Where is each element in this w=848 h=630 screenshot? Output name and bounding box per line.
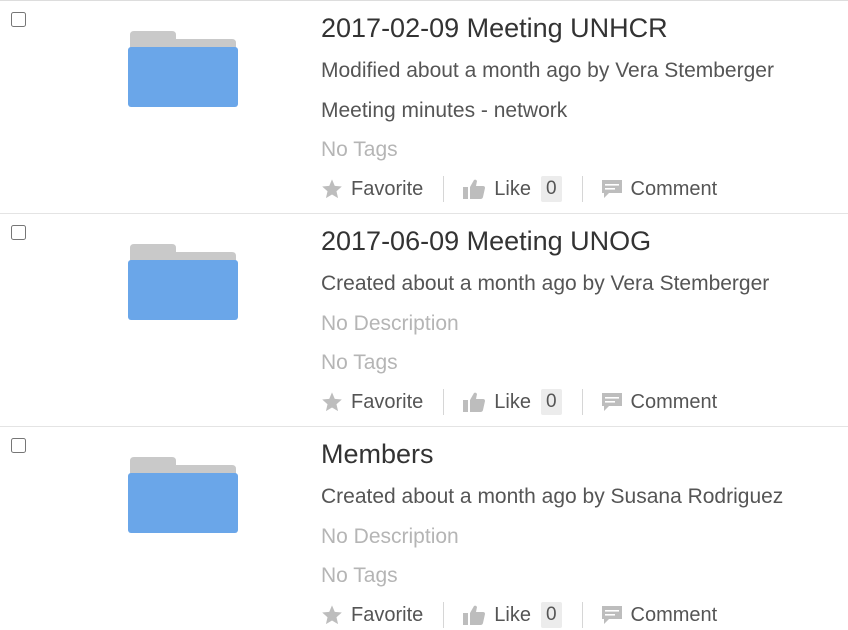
comment-button[interactable]: Comment [601,603,718,627]
like-label: Like [494,390,531,413]
like-count: 0 [540,389,562,415]
document-list: 2017-02-09 Meeting UNHCR Modified about … [0,0,848,630]
thumbs-up-icon [463,179,486,199]
like-label: Like [494,177,531,200]
comment-button[interactable]: Comment [601,177,718,201]
favorite-button[interactable]: Favorite [321,604,423,627]
comment-label: Comment [630,603,718,626]
list-item: 2017-02-09 Meeting UNHCR Modified about … [0,1,848,214]
star-icon [322,605,342,625]
select-checkbox[interactable] [11,12,26,27]
select-checkbox[interactable] [11,438,26,453]
favorite-button[interactable]: Favorite [321,178,423,201]
item-description: No Description [321,312,459,335]
item-meta: Created about a month ago by Susana Rodr… [321,485,784,508]
comment-icon [601,393,622,411]
favorite-button[interactable]: Favorite [321,391,423,414]
comment-icon [601,606,622,624]
like-button[interactable]: Like 0 [462,602,562,628]
item-meta: Created about a month ago by Vera Stembe… [321,272,770,295]
item-tags: No Tags [321,564,398,587]
select-checkbox[interactable] [11,225,26,240]
list-item: 2017-06-09 Meeting UNOG Created about a … [0,214,848,427]
action-divider [581,602,583,628]
like-button[interactable]: Like 0 [462,176,562,202]
item-meta: Modified about a month ago by Vera Stemb… [321,59,774,82]
item-title[interactable]: 2017-06-09 Meeting UNOG [321,226,651,257]
item-actions: Favorite Like 0 Comment [321,599,717,630]
list-item: Members Created about a month ago by Sus… [0,427,848,630]
folder-icon[interactable] [128,29,238,109]
item-actions: Favorite Like 0 Comment [321,386,717,418]
favorite-label: Favorite [351,603,424,626]
favorite-label: Favorite [351,390,424,413]
thumbs-up-icon [463,392,486,412]
item-tags: No Tags [321,138,398,161]
item-tags: No Tags [321,351,398,374]
like-count: 0 [540,176,562,202]
like-count: 0 [540,602,562,628]
action-divider [581,176,583,202]
comment-label: Comment [630,177,718,200]
item-title[interactable]: 2017-02-09 Meeting UNHCR [321,13,668,44]
action-divider [443,389,445,415]
thumbs-up-icon [463,605,486,625]
star-icon [322,392,342,412]
comment-icon [601,180,622,198]
item-description: Meeting minutes - network [321,99,568,122]
item-actions: Favorite Like 0 Comment [321,173,717,205]
like-button[interactable]: Like 0 [462,389,562,415]
item-title[interactable]: Members [321,439,434,470]
favorite-label: Favorite [351,177,424,200]
action-divider [443,176,445,202]
action-divider [443,602,445,628]
star-icon [322,179,342,199]
like-label: Like [494,603,531,626]
item-description: No Description [321,525,459,548]
action-divider [581,389,583,415]
comment-button[interactable]: Comment [601,390,718,414]
folder-icon[interactable] [128,455,238,535]
folder-icon[interactable] [128,242,238,322]
comment-label: Comment [630,390,718,413]
